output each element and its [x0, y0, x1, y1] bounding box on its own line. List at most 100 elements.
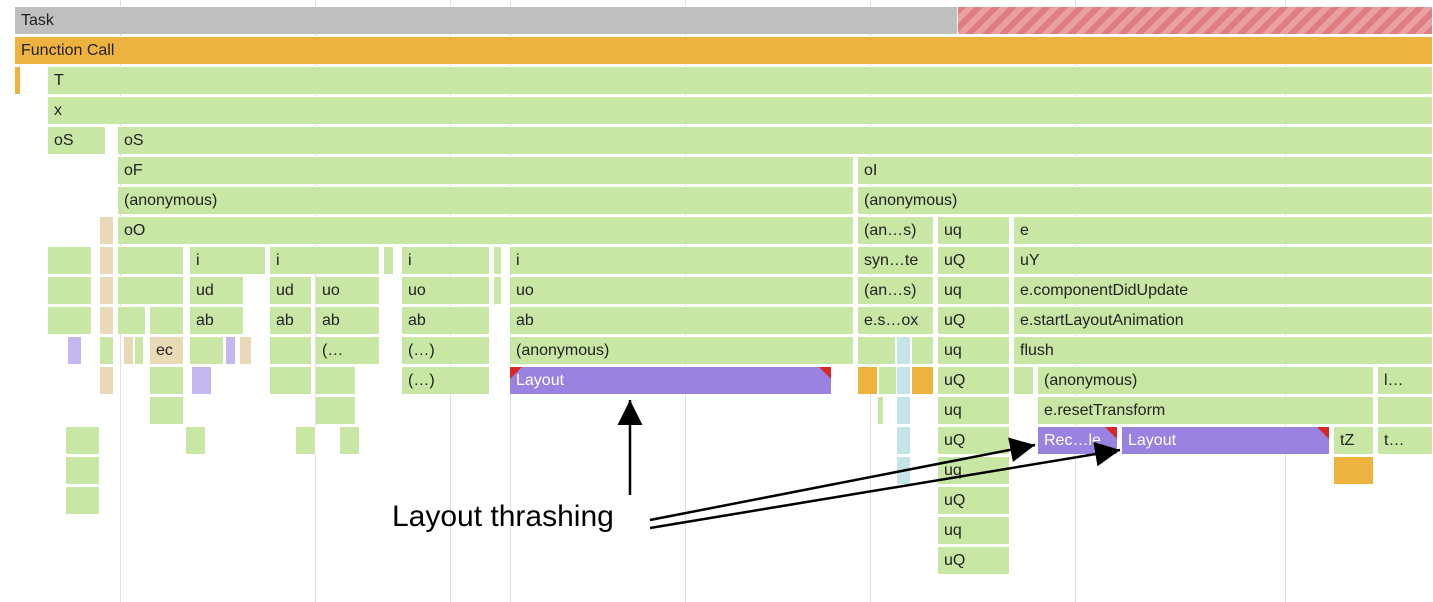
fn-an-s-1[interactable]: (an…s) [858, 216, 934, 244]
thin-green-a[interactable] [48, 246, 92, 274]
fn-oF[interactable]: oF [118, 156, 854, 184]
fn-ec[interactable]: ec [150, 336, 184, 364]
fn-l-trunc[interactable]: l… [1378, 366, 1433, 394]
fn-ab-5[interactable]: ab [510, 306, 854, 334]
thin-green-j[interactable] [150, 306, 184, 334]
fn-componentDidUpdate[interactable]: e.componentDidUpdate [1014, 276, 1433, 304]
thin-green-h[interactable] [48, 306, 92, 334]
fn-uq-6[interactable]: uq [938, 516, 1010, 544]
thin-green-aa[interactable] [186, 426, 206, 454]
fn-uq-2[interactable]: uq [938, 276, 1010, 304]
fn-uQ-3[interactable]: uQ [938, 366, 1010, 394]
thin-orange-2[interactable] [912, 366, 934, 394]
thin-green-k[interactable] [100, 336, 114, 364]
fn-ab-3[interactable]: ab [316, 306, 380, 334]
thin-green-r[interactable] [270, 366, 312, 394]
thin-tan-4[interactable] [100, 306, 114, 334]
fn-rec-le[interactable]: Rec…le [1038, 426, 1118, 454]
thin-tan-6[interactable] [240, 336, 252, 364]
fn-oS-inner[interactable]: oS [118, 126, 1433, 154]
fn-es-ox[interactable]: e.s…ox [858, 306, 934, 334]
thin-cyan-1[interactable] [897, 336, 911, 364]
fn-uq-5[interactable]: uq [938, 456, 1010, 484]
thin-green-n[interactable] [270, 336, 312, 364]
fn-uQ-1[interactable]: uQ [938, 246, 1010, 274]
thin-green-ad[interactable] [66, 456, 100, 484]
thin-green-b[interactable] [118, 246, 184, 274]
fn-x[interactable]: x [48, 96, 1433, 124]
thin-purple-1[interactable] [68, 336, 82, 364]
task-overrun[interactable] [958, 6, 1433, 34]
fn-i-1[interactable]: i [190, 246, 266, 274]
fn-ab-1[interactable]: ab [190, 306, 244, 334]
fn-anon-2[interactable]: (anonymous) [858, 186, 1433, 214]
thin-tan-5[interactable] [124, 336, 134, 364]
fn-t-trunc[interactable]: t… [1378, 426, 1433, 454]
fn-an-s-2[interactable]: (an…s) [858, 276, 934, 304]
flame-chart[interactable]: TaskFunction CallTxoSoSoFoI(anonymous)(a… [0, 0, 1433, 602]
thin-green-ae[interactable] [66, 486, 100, 514]
thin-green-e[interactable] [48, 276, 92, 304]
thin-green-i[interactable] [118, 306, 146, 334]
thin-green-p[interactable] [912, 336, 934, 364]
thin-green-m[interactable] [190, 336, 224, 364]
thin-green-d[interactable] [494, 246, 502, 274]
fn-flush[interactable]: flush [1014, 336, 1433, 364]
thin-green-f[interactable] [118, 276, 184, 304]
thin-green-l[interactable] [135, 336, 144, 364]
task-bar[interactable]: Task [15, 6, 958, 34]
fn-paren-1[interactable]: (… [316, 336, 380, 364]
fn-t[interactable]: T [48, 66, 1433, 94]
thin-green-q[interactable] [150, 366, 184, 394]
thin-orange-3[interactable] [1334, 456, 1374, 484]
thin-green-w[interactable] [316, 396, 356, 424]
fn-uQ-5[interactable]: uQ [938, 486, 1010, 514]
layout-2[interactable]: Layout [1122, 426, 1330, 454]
thin-cyan-3[interactable] [897, 396, 911, 424]
fn-anon-4[interactable]: (anonymous) [1038, 366, 1374, 394]
thin-green-u[interactable] [1014, 366, 1034, 394]
thin-green-x[interactable] [878, 396, 884, 424]
fn-anon-1[interactable]: (anonymous) [118, 186, 854, 214]
thin-green-y[interactable] [1378, 396, 1433, 424]
thin-tan-3[interactable] [100, 276, 114, 304]
fn-uY[interactable]: uY [1014, 246, 1433, 274]
fn-i-3[interactable]: i [402, 246, 490, 274]
thin-cyan-5[interactable] [897, 456, 911, 484]
thin-green-v[interactable] [150, 396, 184, 424]
thin-orange-1[interactable] [858, 366, 878, 394]
fn-ab-2[interactable]: ab [270, 306, 312, 334]
thin-green-g[interactable] [494, 276, 502, 304]
fn-resetTransform[interactable]: e.resetTransform [1038, 396, 1374, 424]
fn-uQ-2[interactable]: uQ [938, 306, 1010, 334]
thin-green-s[interactable] [316, 366, 356, 394]
thin-green-ac[interactable] [340, 426, 360, 454]
thin-green-t[interactable] [879, 366, 897, 394]
thin-green-z[interactable] [66, 426, 100, 454]
thin-green-c[interactable] [384, 246, 394, 274]
fn-paren-3[interactable]: (…) [402, 366, 490, 394]
fn-ud-2[interactable]: ud [270, 276, 312, 304]
fn-i-4[interactable]: i [510, 246, 854, 274]
thin-purple-3[interactable] [192, 366, 212, 394]
thin-cyan-4[interactable] [897, 426, 911, 454]
layout-1[interactable]: Layout [510, 366, 832, 394]
fn-startLayoutAnimation[interactable]: e.startLayoutAnimation [1014, 306, 1433, 334]
fn-syn-te[interactable]: syn…te [858, 246, 934, 274]
fn-paren-2[interactable]: (…) [402, 336, 490, 364]
fn-uo-3[interactable]: uo [510, 276, 854, 304]
fn-e[interactable]: e [1014, 216, 1433, 244]
thin-tan-2[interactable] [100, 246, 114, 274]
pre-t-thin[interactable] [15, 66, 21, 94]
fn-anon-3[interactable]: (anonymous) [510, 336, 854, 364]
fn-i-2[interactable]: i [270, 246, 380, 274]
thin-purple-2[interactable] [226, 336, 236, 364]
thin-tan-7[interactable] [100, 366, 114, 394]
fn-uq-3[interactable]: uq [938, 336, 1010, 364]
fn-tZ[interactable]: tZ [1334, 426, 1374, 454]
fn-ud-1[interactable]: ud [190, 276, 244, 304]
fn-uQ-6[interactable]: uQ [938, 546, 1010, 574]
fn-uq-4[interactable]: uq [938, 396, 1010, 424]
fn-oO[interactable]: oO [118, 216, 854, 244]
fn-uQ-4[interactable]: uQ [938, 426, 1010, 454]
